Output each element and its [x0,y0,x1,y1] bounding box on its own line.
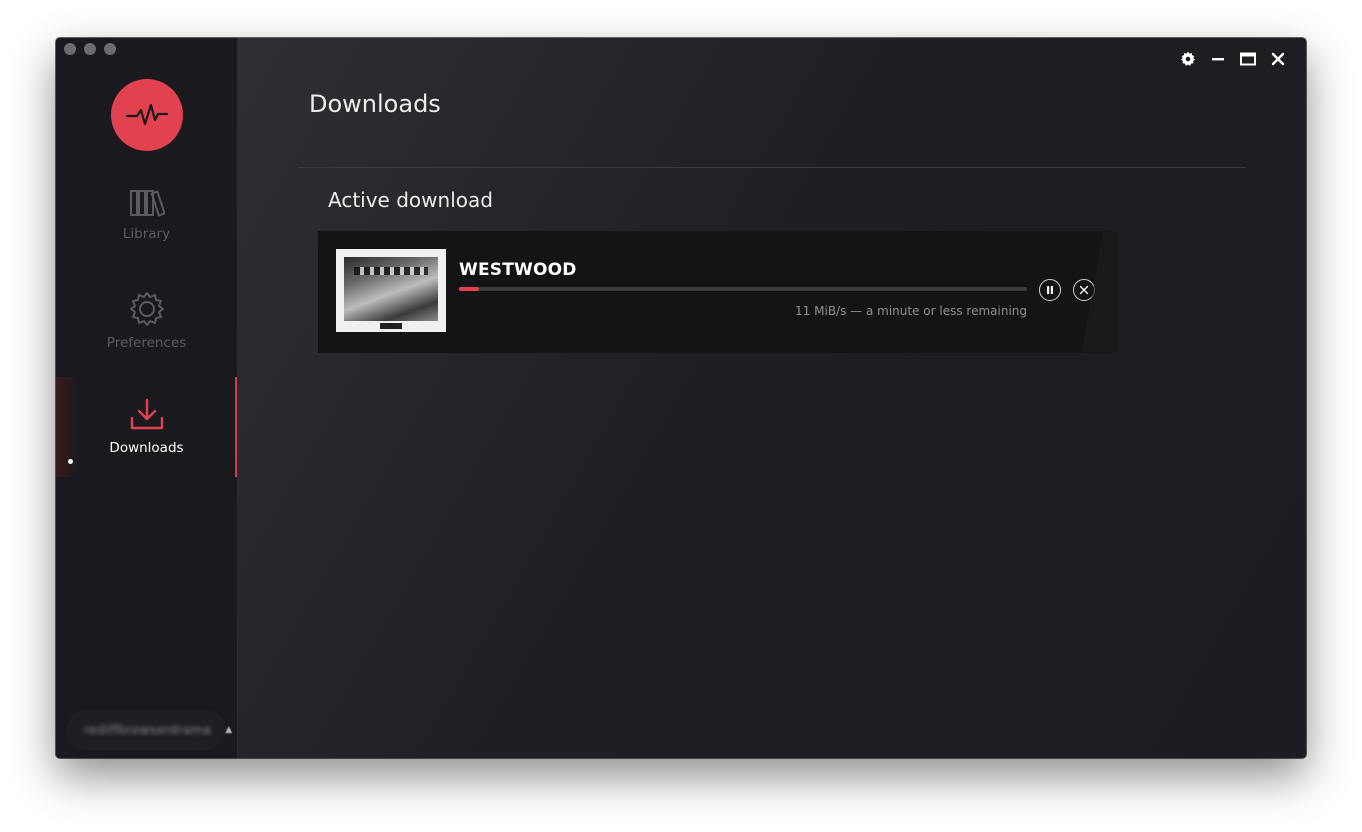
waveform-icon [125,103,169,126]
download-status: 11 MiB/s — a minute or less remaining [795,304,1027,318]
pause-icon [1047,286,1053,294]
account-name: rediffbrowserdrama [84,723,212,737]
page-title: Downloads [309,90,441,118]
maximize-icon[interactable] [1240,51,1256,67]
download-title: WESTWOOD [459,260,577,280]
download-progress-fill [459,287,479,291]
minimize-icon[interactable] [1210,51,1226,67]
pause-button[interactable] [1039,279,1061,301]
sidebar-item-label: Preferences [106,335,187,351]
album-cover [336,249,446,332]
app-window: Library Preferences Downloads rediffbrow… [56,38,1306,758]
titlebar-actions [1180,51,1286,67]
account-button[interactable]: rediffbrowserdrama ▲ [66,710,232,750]
sidebar-item-preferences[interactable]: Preferences [56,291,237,351]
close-icon[interactable] [1270,51,1286,67]
zoom-dot[interactable] [104,43,116,55]
eject-icon[interactable]: ▲ [225,725,232,735]
gear-icon [129,292,164,326]
sidebar-item-downloads[interactable]: Downloads [56,377,237,477]
download-progress-bar [459,287,1027,291]
main-content: Downloads Active download WESTWOOD 11 Mi… [238,38,1306,758]
section-title: Active download [328,188,493,212]
close-icon [1079,285,1089,295]
divider [298,167,1246,168]
app-logo[interactable] [111,79,183,151]
sidebar-item-library[interactable]: Library [56,188,237,242]
album-label-strip [380,323,402,329]
album-art [344,257,438,321]
close-dot[interactable] [64,43,76,55]
sidebar: Library Preferences Downloads rediffbrow… [56,38,238,758]
download-card: WESTWOOD 11 MiB/s — a minute or less rem… [318,231,1118,353]
sidebar-item-label: Downloads [109,440,184,456]
library-icon [129,190,165,217]
window-controls [64,43,116,55]
download-icon [130,398,163,430]
gear-icon[interactable] [1180,51,1196,67]
sidebar-item-label: Library [122,226,171,242]
cancel-button[interactable] [1073,279,1095,301]
minimize-dot[interactable] [84,43,96,55]
